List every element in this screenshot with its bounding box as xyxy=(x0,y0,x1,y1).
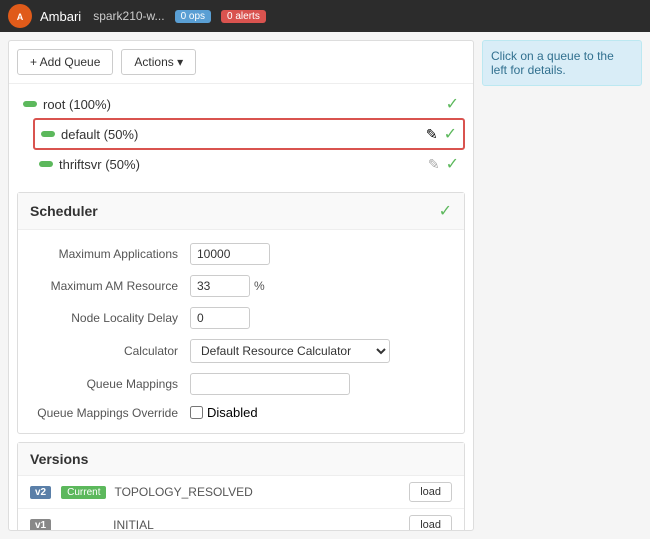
node-locality-input[interactable] xyxy=(190,307,250,329)
calculator-row: Calculator Default Resource Calculator D… xyxy=(30,334,452,368)
queue-name: default (50%) xyxy=(61,127,420,142)
scheduler-header: Scheduler ✓ xyxy=(18,193,464,230)
queue-check-icon: ✓ xyxy=(446,154,459,174)
version-name-v1: INITIAL xyxy=(113,518,401,531)
add-queue-button[interactable]: + Add Queue xyxy=(17,49,113,75)
version-load-button-v2[interactable]: load xyxy=(409,482,452,502)
version-badge-v1: v1 xyxy=(30,519,51,532)
queue-name: root (100%) xyxy=(43,97,440,112)
queue-status-dot xyxy=(41,131,55,137)
right-hint-text: Click on a queue to the left for details… xyxy=(482,40,642,86)
version-current-label: Current xyxy=(61,486,106,499)
svg-text:A: A xyxy=(17,12,24,22)
queue-status-dot xyxy=(23,101,37,107)
actions-button[interactable]: Actions ▾ xyxy=(121,49,196,75)
alerts-badge[interactable]: 0 alerts xyxy=(221,10,266,23)
versions-title: Versions xyxy=(18,443,464,476)
version-name-v2: TOPOLOGY_RESOLVED xyxy=(114,485,401,499)
queue-list: root (100%) ✓ default (50%) ✎ ✓ thriftsv… xyxy=(9,84,473,184)
left-panel: + Add Queue Actions ▾ root (100%) ✓ defa… xyxy=(8,40,474,531)
queue-check-icon: ✓ xyxy=(444,124,457,144)
ops-badge[interactable]: 0 ops xyxy=(175,10,211,23)
max-applications-row: Maximum Applications xyxy=(30,238,452,270)
queue-item-thriftsvr[interactable]: thriftsvr (50%) ✎ ✓ xyxy=(33,150,465,178)
version-row-v1: v1 INITIAL load xyxy=(18,509,464,531)
queue-mappings-override-label: Queue Mappings Override xyxy=(30,406,190,420)
navbar: A Ambari spark210-w... 0 ops 0 alerts xyxy=(0,0,650,32)
queue-check-icon: ✓ xyxy=(446,94,459,114)
queue-mappings-override-row: Queue Mappings Override Disabled xyxy=(30,400,452,425)
scheduler-check-icon: ✓ xyxy=(439,201,452,221)
queue-mappings-input[interactable] xyxy=(190,373,350,395)
calculator-select[interactable]: Default Resource Calculator Dominant Res… xyxy=(190,339,390,363)
max-am-resource-input[interactable] xyxy=(190,275,250,297)
queue-mappings-override-checkbox[interactable] xyxy=(190,406,203,419)
node-locality-row: Node Locality Delay xyxy=(30,302,452,334)
queue-edit-icon[interactable]: ✎ xyxy=(428,156,440,173)
cluster-name: spark210-w... xyxy=(93,9,164,23)
version-badge-v2: v2 xyxy=(30,486,51,499)
queue-mappings-override-text: Disabled xyxy=(207,405,258,420)
queue-name: thriftsvr (50%) xyxy=(59,157,422,172)
max-am-resource-label: Maximum AM Resource xyxy=(30,279,190,293)
queue-mappings-label: Queue Mappings xyxy=(30,377,190,391)
right-panel: Click on a queue to the left for details… xyxy=(482,40,642,531)
calculator-label: Calculator xyxy=(30,344,190,358)
versions-section: Versions v2 Current TOPOLOGY_RESOLVED lo… xyxy=(17,442,465,531)
queue-status-dot xyxy=(39,161,53,167)
app-name: Ambari xyxy=(40,9,81,24)
queue-item-default[interactable]: default (50%) ✎ ✓ xyxy=(33,118,465,150)
main-container: + Add Queue Actions ▾ root (100%) ✓ defa… xyxy=(0,32,650,539)
node-locality-label: Node Locality Delay xyxy=(30,311,190,325)
queue-item-root[interactable]: root (100%) ✓ xyxy=(17,90,465,118)
version-load-button-v1[interactable]: load xyxy=(409,515,452,531)
queue-mappings-row: Queue Mappings xyxy=(30,368,452,400)
toolbar: + Add Queue Actions ▾ xyxy=(9,41,473,84)
scheduler-title: Scheduler xyxy=(30,203,98,219)
max-am-resource-unit: % xyxy=(254,279,265,293)
max-applications-input[interactable] xyxy=(190,243,270,265)
ambari-logo: A xyxy=(8,4,32,28)
max-applications-label: Maximum Applications xyxy=(30,247,190,261)
logo-icon: A xyxy=(12,8,28,24)
version-row-v2: v2 Current TOPOLOGY_RESOLVED load xyxy=(18,476,464,509)
queue-mappings-override-checkbox-row: Disabled xyxy=(190,405,258,420)
queue-edit-icon[interactable]: ✎ xyxy=(426,126,438,143)
scheduler-form: Maximum Applications Maximum AM Resource… xyxy=(18,230,464,433)
max-am-resource-row: Maximum AM Resource % xyxy=(30,270,452,302)
scheduler-section: Scheduler ✓ Maximum Applications Maximum… xyxy=(17,192,465,434)
